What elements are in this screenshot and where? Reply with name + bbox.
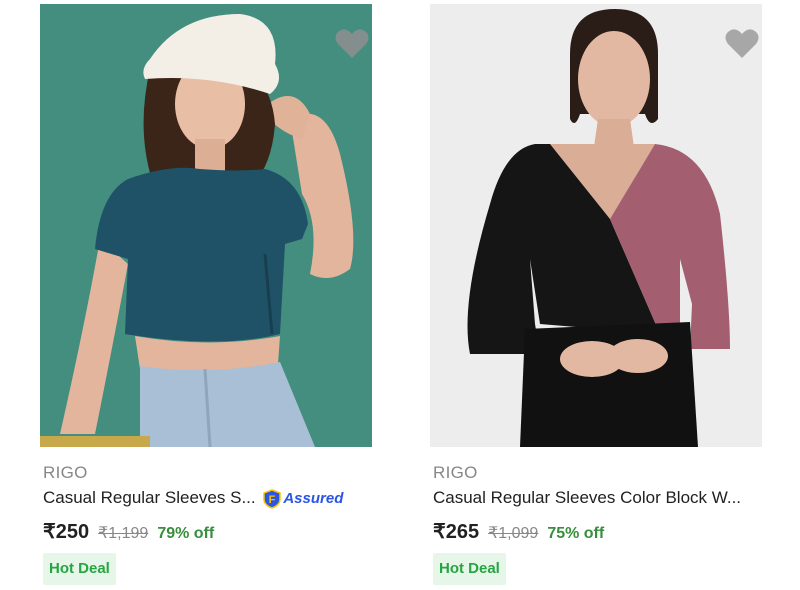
hot-deal-badge: Hot Deal — [43, 553, 116, 585]
wishlist-heart-icon[interactable] — [724, 26, 760, 60]
product-brand: RIGO — [433, 463, 478, 482]
assured-badge-icon: F — [263, 488, 282, 509]
discount-percent: 75% off — [547, 525, 605, 542]
svg-text:F: F — [269, 494, 276, 506]
product-title[interactable]: Casual Regular Sleeves S... F Assured — [43, 488, 343, 509]
selling-price: ₹250 — [43, 521, 90, 543]
price-row: ₹265 ₹1,099 75% off — [433, 519, 604, 544]
price-row: ₹250 ₹1,199 79% off — [43, 519, 214, 544]
assured-badge: F Assured — [263, 488, 344, 509]
original-price: ₹1,199 — [98, 525, 149, 542]
hot-deal-badge: Hot Deal — [433, 553, 506, 585]
product-card[interactable]: RIGO Casual Regular Sleeves Color Block … — [430, 0, 770, 590]
assured-label: Assured — [283, 490, 344, 508]
product-image[interactable] — [430, 4, 762, 447]
product-photo-illustration — [430, 4, 762, 447]
product-card[interactable]: RIGO Casual Regular Sleeves S... F Assur… — [40, 0, 380, 590]
product-image[interactable] — [40, 4, 372, 447]
product-photo-illustration — [40, 4, 372, 447]
product-title-text: Casual Regular Sleeves S... — [43, 488, 256, 507]
original-price: ₹1,099 — [488, 525, 539, 542]
product-title[interactable]: Casual Regular Sleeves Color Block W... — [433, 488, 741, 508]
selling-price: ₹265 — [433, 521, 480, 543]
discount-percent: 79% off — [157, 525, 215, 542]
wishlist-heart-icon[interactable] — [334, 26, 370, 60]
product-brand: RIGO — [43, 463, 88, 482]
